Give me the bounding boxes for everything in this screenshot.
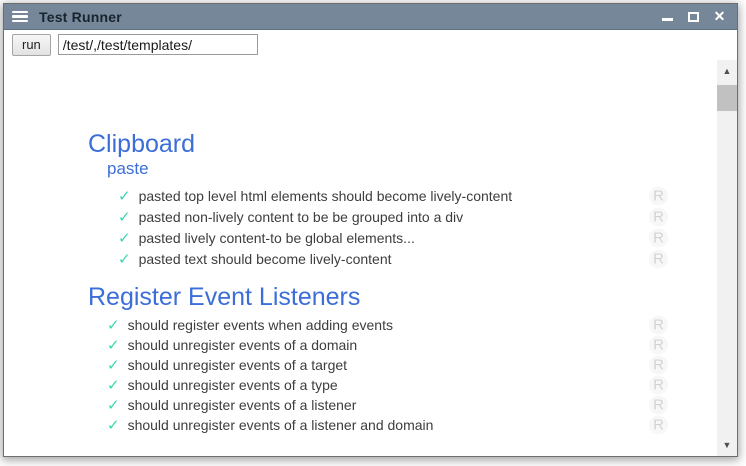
scroll-up-button[interactable]: ▲ bbox=[717, 61, 737, 81]
test-row: ✓ should unregister events of a target R bbox=[107, 355, 717, 375]
test-row-list: ✓ should register events when adding even… bbox=[86, 315, 717, 435]
test-path-input[interactable] bbox=[58, 34, 258, 55]
rerun-button[interactable]: R bbox=[649, 249, 668, 268]
check-icon: ✓ bbox=[118, 229, 131, 247]
rerun-button[interactable]: R bbox=[649, 336, 668, 355]
window-title: Test Runner bbox=[39, 9, 122, 25]
group-heading: paste bbox=[107, 159, 717, 179]
check-icon: ✓ bbox=[107, 316, 120, 334]
rerun-button[interactable]: R bbox=[649, 207, 668, 226]
minimize-icon bbox=[662, 18, 673, 21]
scroll-down-button[interactable]: ▼ bbox=[717, 435, 737, 455]
test-runner-window: Test Runner ✕ run Clipboardpaste ✓ pasted … bbox=[3, 3, 738, 457]
test-name: should unregister events of a listener a… bbox=[128, 417, 434, 433]
test-row-list: ✓ pasted top level html elements should b… bbox=[86, 185, 717, 269]
minimize-button[interactable] bbox=[661, 10, 674, 23]
rerun-button[interactable]: R bbox=[649, 376, 668, 395]
check-icon: ✓ bbox=[107, 336, 120, 354]
window-titlebar[interactable]: Test Runner ✕ bbox=[4, 4, 737, 30]
check-icon: ✓ bbox=[107, 416, 120, 434]
test-row: ✓ should unregister events of a listener R bbox=[107, 395, 717, 415]
window-controls: ✕ bbox=[661, 10, 729, 23]
test-row: ✓ should unregister events of a listener … bbox=[107, 415, 717, 435]
test-results-area: Clipboardpaste ✓ pasted top level html ele… bbox=[4, 59, 737, 456]
section-heading: Clipboard bbox=[88, 130, 717, 159]
check-icon: ✓ bbox=[107, 396, 120, 414]
test-row: ✓ pasted lively content-to be global elem… bbox=[118, 227, 717, 248]
test-name: pasted top level html elements should be… bbox=[139, 188, 513, 204]
section-heading: Register Event Listeners bbox=[88, 283, 717, 312]
close-button[interactable]: ✕ bbox=[713, 10, 726, 23]
test-section: Clipboardpaste ✓ pasted top level html ele… bbox=[86, 130, 717, 269]
test-name: should unregister events of a domain bbox=[128, 337, 358, 353]
vertical-scrollbar[interactable]: ▲ ▼ bbox=[717, 60, 737, 456]
test-name: pasted text should become lively-content bbox=[139, 251, 392, 267]
maximize-icon bbox=[688, 12, 699, 22]
test-row: ✓ should unregister events of a type R bbox=[107, 375, 717, 395]
check-icon: ✓ bbox=[107, 356, 120, 374]
test-sections: Clipboardpaste ✓ pasted top level html ele… bbox=[4, 59, 717, 456]
scrollbar-thumb[interactable] bbox=[717, 85, 737, 111]
test-name: should unregister events of a listener bbox=[128, 397, 357, 413]
check-icon: ✓ bbox=[118, 187, 131, 205]
test-row: ✓ should register events when adding even… bbox=[107, 315, 717, 335]
test-section: Register Event Listeners ✓ should register… bbox=[86, 283, 717, 435]
test-row: ✓ should unregister events of a domain R bbox=[107, 335, 717, 355]
check-icon: ✓ bbox=[118, 250, 131, 268]
test-name: should unregister events of a target bbox=[128, 357, 347, 373]
test-row: ✓ pasted top level html elements should b… bbox=[118, 185, 717, 206]
test-row: ✓ pasted non-lively content to be be grou… bbox=[118, 206, 717, 227]
rerun-button[interactable]: R bbox=[649, 186, 668, 205]
run-button[interactable]: run bbox=[12, 34, 51, 56]
menu-icon[interactable] bbox=[12, 11, 28, 23]
toolbar: run bbox=[4, 30, 737, 59]
rerun-button[interactable]: R bbox=[649, 416, 668, 435]
rerun-button[interactable]: R bbox=[649, 316, 668, 335]
rerun-button[interactable]: R bbox=[649, 228, 668, 247]
test-name: pasted non-lively content to be be group… bbox=[139, 209, 464, 225]
rerun-button[interactable]: R bbox=[649, 396, 668, 415]
check-icon: ✓ bbox=[107, 376, 120, 394]
test-name: pasted lively content-to be global eleme… bbox=[139, 230, 415, 246]
close-icon: ✕ bbox=[714, 10, 726, 23]
test-name: should register events when adding event… bbox=[128, 317, 393, 333]
rerun-button[interactable]: R bbox=[649, 356, 668, 375]
test-name: should unregister events of a type bbox=[128, 377, 338, 393]
test-row: ✓ pasted text should become lively-conten… bbox=[118, 248, 717, 269]
check-icon: ✓ bbox=[118, 208, 131, 226]
maximize-button[interactable] bbox=[687, 10, 700, 23]
